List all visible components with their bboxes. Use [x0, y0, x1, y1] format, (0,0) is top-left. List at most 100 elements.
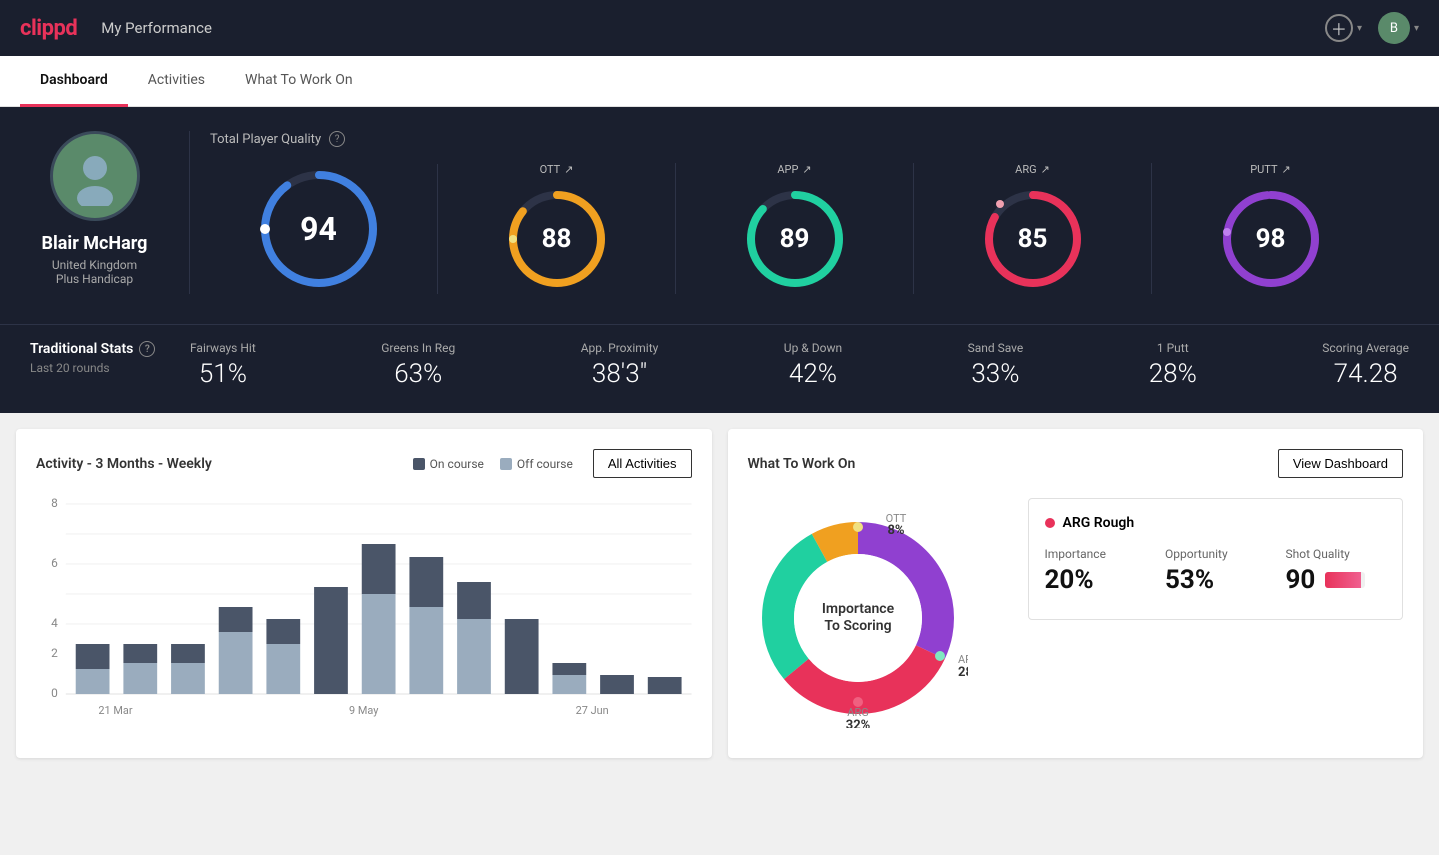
svg-text:2: 2 — [51, 646, 58, 660]
chart-legend: On course Off course — [413, 457, 573, 471]
activity-chart-title: Activity - 3 Months - Weekly — [36, 456, 212, 472]
opportunity-stat: Opportunity 53% — [1165, 547, 1266, 595]
header: clippd My Performance ＋ ▾ B ▾ — [0, 0, 1439, 56]
tabs-bar: Dashboard Activities What To Work On — [0, 56, 1439, 107]
wtwon-content: Importance To Scoring OTT 8% APP 28% ARG — [748, 498, 1404, 738]
stat-sand-save-value: 33% — [971, 359, 1019, 389]
app-trend-icon: ↗ — [802, 163, 811, 176]
gauge-putt-value: 98 — [1256, 224, 1286, 254]
all-activities-button[interactable]: All Activities — [593, 449, 692, 478]
activity-chart-svg: 8 6 4 2 0 — [36, 494, 692, 734]
player-handicap: Plus Handicap — [56, 272, 133, 286]
on-course-legend-dot — [413, 458, 425, 470]
stat-up-and-down: Up & Down 42% — [784, 341, 842, 389]
svg-text:8%: 8% — [887, 523, 904, 538]
trad-stats-subtitle: Last 20 rounds — [30, 361, 160, 375]
gauge-app-label: APP ↗ — [777, 163, 811, 176]
svg-text:Importance: Importance — [821, 601, 894, 617]
chevron-down-icon: ▾ — [1357, 23, 1362, 34]
stat-app-proximity-label: App. Proximity — [581, 341, 659, 355]
quality-section: Total Player Quality ? 94 OTT — [190, 131, 1409, 294]
trad-stats-title: Traditional Stats ? — [30, 341, 160, 357]
logo: clippd — [20, 16, 77, 41]
gauge-arg-label: ARG ↗ — [1015, 163, 1050, 176]
stat-1-putt-value: 28% — [1149, 359, 1197, 389]
trad-stats-label: Traditional Stats ? Last 20 rounds — [30, 341, 190, 375]
stat-1-putt: 1 Putt 28% — [1149, 341, 1197, 389]
player-avatar — [50, 131, 140, 221]
stat-1-putt-label: 1 Putt — [1157, 341, 1189, 355]
shot-quality-value: 90 — [1286, 565, 1316, 595]
gauge-total: 94 — [210, 164, 438, 294]
shot-quality-stat: Shot Quality 90 — [1286, 547, 1387, 595]
gauge-arg-value: 85 — [1018, 224, 1048, 254]
tab-activities[interactable]: Activities — [128, 56, 225, 107]
tab-what-to-work-on[interactable]: What To Work On — [225, 56, 373, 107]
activity-header: Activity - 3 Months - Weekly On course O… — [36, 449, 692, 478]
putt-trend-icon: ↗ — [1282, 163, 1291, 176]
traditional-stats-row: Traditional Stats ? Last 20 rounds Fairw… — [0, 324, 1439, 413]
player-name: Blair McHarg — [42, 233, 148, 254]
stat-app-proximity: App. Proximity 38'3" — [581, 341, 659, 389]
gauge-total-value: 94 — [300, 210, 337, 248]
activity-chart-area: 8 6 4 2 0 — [36, 494, 692, 734]
svg-text:To Scoring: To Scoring — [824, 618, 891, 634]
off-course-legend-dot — [500, 458, 512, 470]
avatar: B — [1378, 12, 1410, 44]
view-dashboard-button[interactable]: View Dashboard — [1278, 449, 1403, 478]
stat-app-proximity-value: 38'3" — [592, 359, 647, 389]
opportunity-value: 53% — [1165, 565, 1266, 595]
svg-text:4: 4 — [51, 616, 58, 630]
stat-fairways-hit-label: Fairways Hit — [190, 341, 256, 355]
importance-stat: Importance 20% — [1045, 547, 1146, 595]
stat-greens-in-reg-value: 63% — [394, 359, 442, 389]
importance-value: 20% — [1045, 565, 1146, 595]
activity-chart-panel: Activity - 3 Months - Weekly On course O… — [16, 429, 712, 758]
trad-stats-items: Fairways Hit 51% Greens In Reg 63% App. … — [190, 341, 1409, 389]
off-course-legend-label: Off course — [517, 457, 573, 471]
legend-off-course: Off course — [500, 457, 573, 471]
add-button[interactable]: ＋ ▾ — [1325, 14, 1362, 42]
header-title: My Performance — [101, 19, 1325, 37]
quality-mini-bar-fill — [1325, 572, 1361, 588]
stat-scoring-average-value: 74.28 — [1334, 359, 1398, 389]
stat-sand-save: Sand Save 33% — [968, 341, 1024, 389]
gauges-row: 94 OTT ↗ 88 — [210, 163, 1389, 294]
arg-rough-dot — [1045, 518, 1055, 528]
stat-fairways-hit: Fairways Hit 51% — [190, 341, 256, 389]
stat-fairways-hit-value: 51% — [199, 359, 247, 389]
header-actions: ＋ ▾ B ▾ — [1325, 12, 1419, 44]
stat-up-and-down-value: 42% — [789, 359, 837, 389]
donut-chart-svg: Importance To Scoring OTT 8% APP 28% ARG — [748, 508, 968, 728]
legend-on-course: On course — [413, 457, 484, 471]
help-icon[interactable]: ? — [329, 131, 345, 147]
opportunity-label: Opportunity — [1165, 547, 1266, 561]
svg-text:9 May: 9 May — [349, 704, 379, 717]
player-country: United Kingdom — [52, 258, 137, 272]
svg-text:21 Mar: 21 Mar — [98, 704, 132, 717]
shot-quality-label: Shot Quality — [1286, 547, 1387, 561]
tab-dashboard[interactable]: Dashboard — [20, 56, 128, 107]
stat-scoring-average-label: Scoring Average — [1322, 341, 1409, 355]
svg-text:6: 6 — [51, 556, 58, 570]
plus-icon: ＋ — [1325, 14, 1353, 42]
importance-label: Importance — [1045, 547, 1146, 561]
arg-rough-card: ARG Rough Importance 20% Opportunity 53%… — [1028, 498, 1404, 620]
gauge-ott: OTT ↗ 88 — [438, 163, 676, 294]
trad-help-icon[interactable]: ? — [139, 341, 155, 357]
gauge-ott-value: 88 — [542, 224, 572, 254]
stats-panel: Blair McHarg United Kingdom Plus Handica… — [0, 107, 1439, 324]
quality-header: Total Player Quality ? — [210, 131, 1389, 147]
gauge-arg: ARG ↗ 85 — [914, 163, 1152, 294]
quality-title: Total Player Quality — [210, 132, 321, 147]
gauge-putt-label: PUTT ↗ — [1250, 163, 1291, 176]
wtwon-header: What To Work On View Dashboard — [748, 449, 1404, 478]
svg-text:32%: 32% — [845, 718, 870, 728]
what-to-work-on-panel: What To Work On View Dashboard Importanc… — [728, 429, 1424, 758]
gauge-putt: PUTT ↗ 98 — [1152, 163, 1389, 294]
chevron-down-icon: ▾ — [1414, 23, 1419, 34]
svg-text:28%: 28% — [958, 665, 968, 680]
avatar-button[interactable]: B ▾ — [1378, 12, 1419, 44]
bottom-panels: Activity - 3 Months - Weekly On course O… — [0, 413, 1439, 774]
svg-text:27 Jun: 27 Jun — [576, 704, 609, 717]
